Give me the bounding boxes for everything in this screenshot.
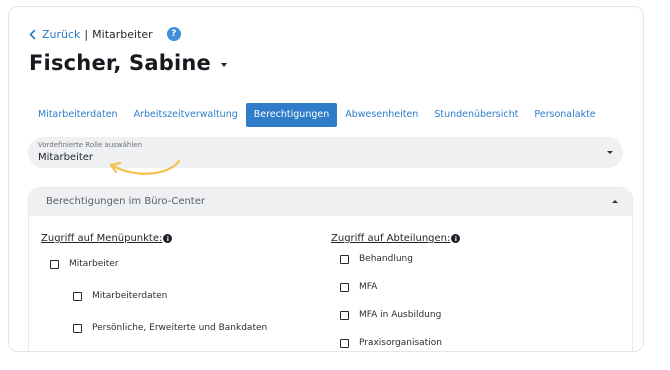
breadcrumb: Zurück | Mitarbeiter ? <box>28 26 181 42</box>
menu-item-mitarbeiter[interactable]: Mitarbeiter <box>50 259 119 269</box>
dept-item-praxisorganisation[interactable]: Praxisorganisation <box>340 338 442 348</box>
checkbox[interactable] <box>340 282 349 292</box>
breadcrumb-separator: | <box>84 27 89 41</box>
chevron-left-icon <box>29 29 36 39</box>
menu-access-heading: Zugriff auf Menüpunkte: i <box>41 233 173 244</box>
tab-stundenuebersicht[interactable]: Stundenübersicht <box>426 103 526 127</box>
checkbox[interactable] <box>340 310 349 320</box>
dept-item-behandlung[interactable]: Behandlung <box>340 254 413 264</box>
menu-item-label: Persönliche, Erweiterte und Bankdaten <box>92 323 268 333</box>
tab-bar: Mitarbeiterdaten Arbeitszeitverwaltung B… <box>30 103 604 127</box>
menu-item-label: Mitarbeiterdaten <box>92 291 168 301</box>
info-icon[interactable]: i <box>163 234 173 243</box>
dept-item-mfa-in-ausbildung[interactable]: MFA in Ausbildung <box>340 310 441 320</box>
question-icon[interactable]: ? <box>166 27 181 41</box>
back-link[interactable]: Zurück <box>28 28 80 41</box>
menu-item-mitarbeiterdaten[interactable]: Mitarbeiterdaten <box>73 291 167 301</box>
permissions-section: Berechtigungen im Büro-Center Zugriff au… <box>28 187 633 351</box>
dept-item-mfa[interactable]: MFA <box>340 282 377 292</box>
employee-card: Zurück | Mitarbeiter ? Fischer, Sabine M… <box>8 6 644 352</box>
breadcrumb-current: Mitarbeiter <box>92 27 153 41</box>
checkbox[interactable] <box>50 259 59 269</box>
info-icon[interactable]: i <box>451 234 461 243</box>
dept-access-heading-label: Zugriff auf Abteilungen: <box>331 233 451 244</box>
dept-item-label: MFA in Ausbildung <box>359 310 442 320</box>
page-title: Fischer, Sabine <box>29 51 211 75</box>
caret-down-icon <box>607 151 613 154</box>
tab-arbeitszeitverwaltung[interactable]: Arbeitszeitverwaltung <box>126 103 246 127</box>
caret-up-icon <box>612 200 618 203</box>
checkbox[interactable] <box>73 291 82 301</box>
tab-personalakte[interactable]: Personalakte <box>526 103 603 127</box>
checkbox[interactable] <box>73 323 82 333</box>
permissions-section-header[interactable]: Berechtigungen im Büro-Center <box>29 188 632 216</box>
back-link-label[interactable]: Zurück <box>42 28 80 41</box>
tab-berechtigungen[interactable]: Berechtigungen <box>245 103 338 127</box>
dept-access-heading: Zugriff auf Abteilungen: i <box>331 233 461 244</box>
role-select-value: Mitarbeiter <box>38 152 94 163</box>
menu-item-persoenliche-daten[interactable]: Persönliche, Erweiterte und Bankdaten <box>73 323 267 333</box>
permissions-section-title: Berechtigungen im Büro-Center <box>46 196 205 207</box>
menu-access-heading-label: Zugriff auf Menüpunkte: <box>41 233 163 244</box>
page-title-row: Fischer, Sabine <box>29 51 227 75</box>
checkbox[interactable] <box>340 338 349 348</box>
dept-item-label: Praxisorganisation <box>359 338 442 348</box>
dept-item-label: MFA <box>359 282 378 292</box>
checkbox[interactable] <box>340 254 349 264</box>
annotation-arrow-icon <box>109 159 181 175</box>
dept-item-label: Behandlung <box>359 254 413 264</box>
tab-mitarbeiterdaten[interactable]: Mitarbeiterdaten <box>30 103 126 127</box>
role-select-label: Vordefinierte Rolle auswählen <box>38 141 143 149</box>
menu-item-label: Mitarbeiter <box>69 259 119 269</box>
employee-switch-caret-icon[interactable] <box>220 62 227 67</box>
tab-abwesenheiten[interactable]: Abwesenheiten <box>337 103 426 127</box>
